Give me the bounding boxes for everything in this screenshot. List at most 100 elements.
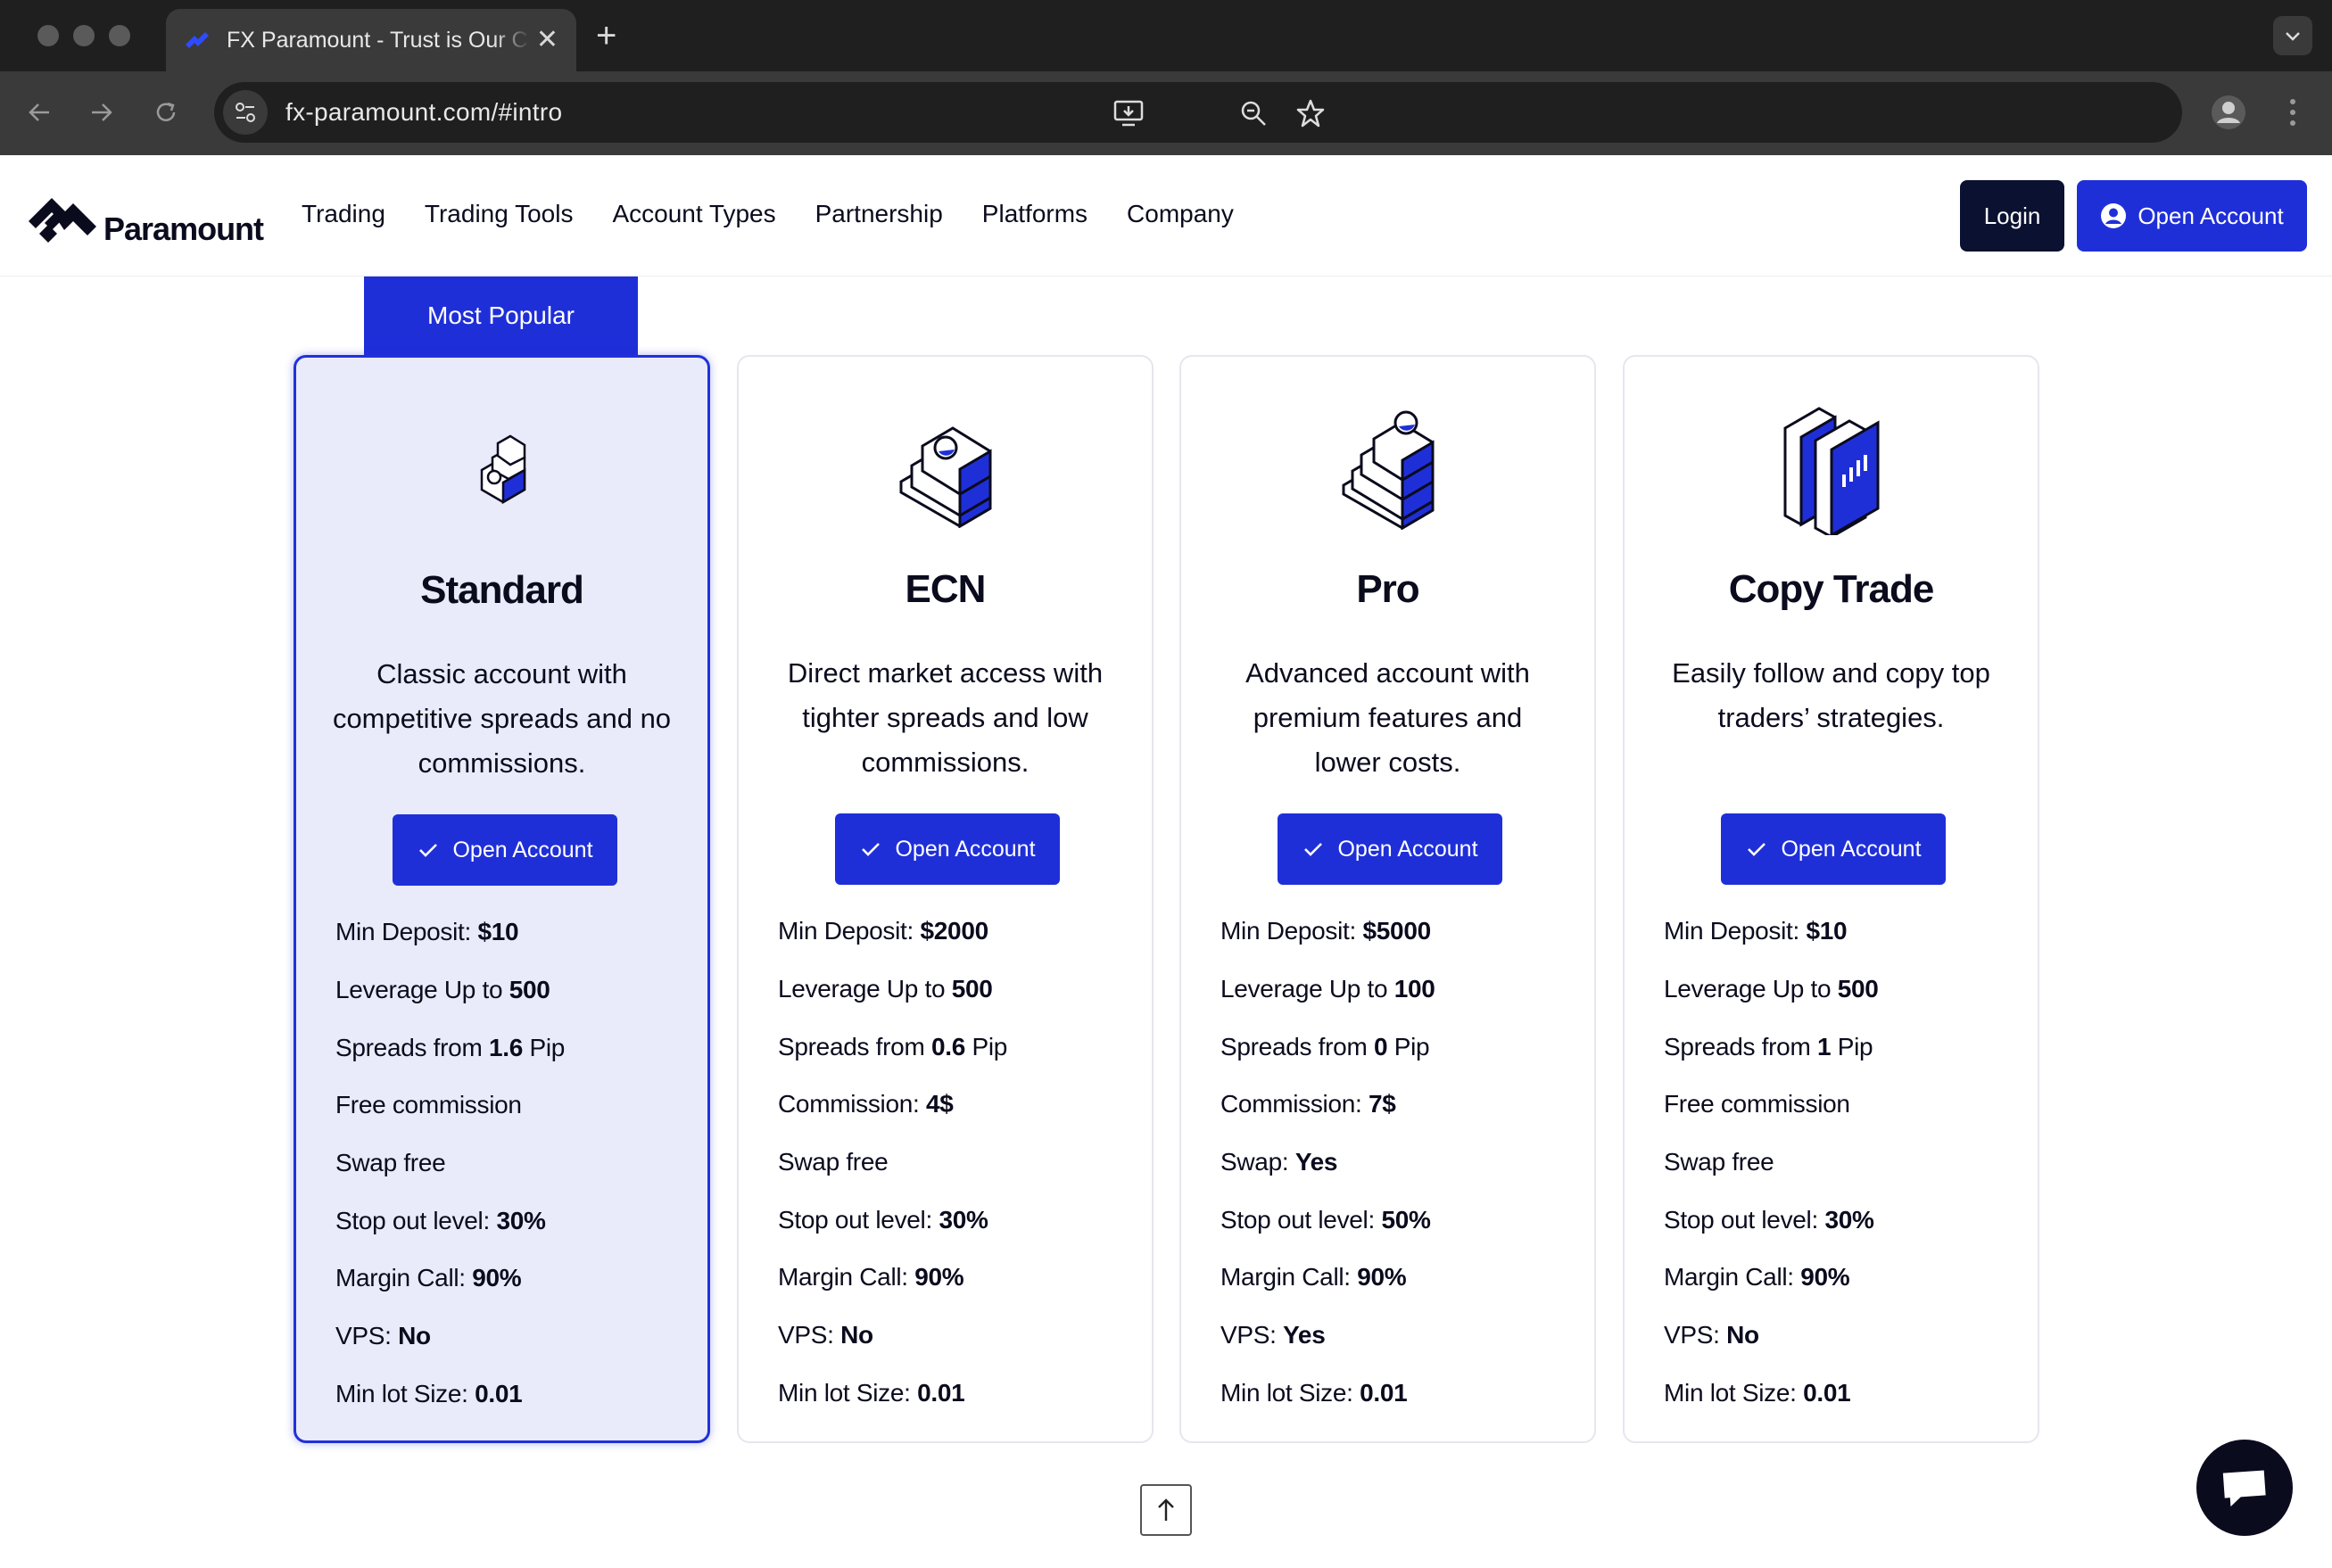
tab-close-icon[interactable]: ✕ — [536, 27, 558, 54]
browser-tab[interactable]: FX Paramount - Trust is Our Commitment ✕ — [166, 9, 576, 71]
feature-swap: Swap free — [1664, 1148, 1774, 1176]
paramount-favicon-icon — [184, 27, 211, 54]
checkmark-icon — [1748, 843, 1766, 856]
feature-stop-out: Stop out level: 30% — [335, 1206, 546, 1234]
reload-icon[interactable] — [148, 95, 184, 130]
feature-vps: VPS: Yes — [1220, 1321, 1326, 1349]
card-title: Standard — [420, 568, 584, 612]
account-card-ecn: ECN Direct market access with tighter sp… — [737, 355, 1154, 1443]
feature-spreads: Spreads from 0 Pip — [1220, 1032, 1430, 1060]
feature-commission: Free commission — [335, 1091, 522, 1119]
open-account-label: Open Account — [1337, 836, 1478, 862]
nav-company[interactable]: Company — [1127, 200, 1234, 228]
feature-vps: VPS: No — [778, 1321, 873, 1349]
feature-leverage: Leverage Up to 500 — [1664, 975, 1879, 1003]
open-account-button[interactable]: Open Account — [1721, 813, 1946, 885]
tab-search-chevron-icon[interactable] — [2273, 16, 2312, 55]
account-card-standard: Standard Classic account with competitiv… — [294, 355, 710, 1443]
browser-tabbar: FX Paramount - Trust is Our Commitment ✕… — [0, 0, 2332, 71]
feature-leverage: Leverage Up to 500 — [778, 975, 993, 1003]
feature-commission: Commission: 4$ — [778, 1090, 954, 1118]
back-arrow-icon[interactable] — [21, 95, 57, 130]
chart-cube-icon — [1625, 403, 2038, 537]
arrow-up-icon — [1158, 1498, 1174, 1521]
profile-avatar-icon[interactable] — [2209, 93, 2248, 132]
forward-arrow-icon[interactable] — [84, 95, 120, 130]
window-maximize-dot[interactable] — [109, 25, 130, 46]
feature-list: Min Deposit: $10 Leverage Up to 500 Spre… — [1664, 903, 1879, 1422]
open-account-header-label: Open Account — [2138, 202, 2284, 229]
feature-margin-call: Margin Call: 90% — [778, 1263, 964, 1292]
feature-list: Min Deposit: $10 Leverage Up to 500 Spre… — [335, 904, 565, 1423]
feature-min-deposit: Min Deposit: $2000 — [778, 917, 988, 945]
address-bar[interactable]: fx-paramount.com/#intro — [214, 82, 2182, 143]
feature-stop-out: Stop out level: 30% — [1664, 1205, 1874, 1234]
feature-spreads: Spreads from 0.6 Pip — [778, 1032, 1008, 1060]
feature-min-deposit: Min Deposit: $10 — [1664, 917, 1848, 945]
feature-min-lot: Min lot Size: 0.01 — [335, 1379, 523, 1407]
card-title: Copy Trade — [1728, 567, 1935, 611]
checkmark-icon — [862, 843, 881, 856]
paramount-logo[interactable]: Paramount — [27, 191, 264, 248]
feature-stop-out: Stop out level: 30% — [778, 1205, 988, 1234]
feature-spreads: Spreads from 1.6 Pip — [335, 1033, 566, 1061]
feature-swap: Swap free — [335, 1149, 446, 1177]
stairs-small-icon — [296, 404, 707, 538]
feature-swap: Swap: Yes — [1220, 1148, 1338, 1176]
most-popular-label: Most Popular — [427, 301, 575, 329]
feature-min-lot: Min lot Size: 0.01 — [1220, 1378, 1408, 1407]
feature-commission: Commission: 7$ — [1220, 1090, 1396, 1118]
new-tab-icon[interactable]: + — [596, 16, 616, 55]
stairs-ball-icon — [739, 403, 1152, 537]
bookmark-star-icon[interactable] — [1294, 96, 1327, 130]
url-text[interactable]: fx-paramount.com/#intro — [285, 98, 562, 127]
main-nav: Trading Trading Tools Account Types Part… — [302, 200, 1273, 228]
live-chat-button[interactable] — [2196, 1440, 2293, 1536]
nav-account-types[interactable]: Account Types — [612, 200, 775, 228]
tab-title: FX Paramount - Trust is Our Commitment — [227, 27, 530, 53]
nav-partnership[interactable]: Partnership — [815, 200, 943, 228]
card-description: Advanced account with premium features a… — [1245, 657, 1530, 778]
open-account-button[interactable]: Open Account — [393, 814, 617, 886]
card-description: Classic account with competitive spreads… — [332, 658, 672, 779]
feature-swap: Swap free — [778, 1148, 889, 1176]
feature-vps: VPS: No — [1664, 1321, 1759, 1349]
site-settings-icon[interactable] — [223, 90, 268, 135]
scroll-to-top-button[interactable] — [1140, 1484, 1192, 1536]
feature-min-deposit: Min Deposit: $10 — [335, 918, 519, 946]
open-account-header-button[interactable]: Open Account — [2077, 180, 2307, 252]
open-account-label: Open Account — [1781, 836, 1922, 862]
feature-commission: Free commission — [1664, 1090, 1850, 1118]
feature-leverage: Leverage Up to 500 — [335, 976, 550, 1004]
login-button-label: Login — [1983, 202, 2041, 229]
open-account-button[interactable]: Open Account — [835, 813, 1060, 885]
most-popular-badge: Most Popular — [364, 276, 638, 355]
feature-margin-call: Margin Call: 90% — [1220, 1263, 1407, 1292]
site-header: Paramount Trading Trading Tools Account … — [0, 155, 2332, 276]
feature-spreads: Spreads from 1 Pip — [1664, 1032, 1873, 1060]
card-description: Direct market access with tighter spread… — [787, 657, 1104, 778]
zoom-icon[interactable] — [1236, 96, 1270, 130]
nav-trading[interactable]: Trading — [302, 200, 385, 228]
feature-list: Min Deposit: $2000 Leverage Up to 500 Sp… — [778, 903, 1007, 1422]
card-description: Easily follow and copy top traders’ stra… — [1672, 657, 1990, 733]
window-close-dot[interactable] — [37, 25, 59, 46]
feature-min-lot: Min lot Size: 0.01 — [1664, 1378, 1851, 1407]
account-card-pro: Pro Advanced account with premium featur… — [1179, 355, 1596, 1443]
window-minimize-dot[interactable] — [73, 25, 95, 46]
feature-vps: VPS: No — [335, 1322, 431, 1350]
install-app-icon[interactable] — [1112, 96, 1145, 130]
card-title: Pro — [1356, 567, 1419, 611]
paramount-logo-icon — [29, 198, 96, 243]
browser-menu-icon[interactable] — [2273, 93, 2312, 132]
feature-stop-out: Stop out level: 50% — [1220, 1205, 1431, 1234]
feature-margin-call: Margin Call: 90% — [335, 1264, 522, 1292]
nav-trading-tools[interactable]: Trading Tools — [425, 200, 574, 228]
checkmark-icon — [419, 844, 438, 857]
checkmark-icon — [1304, 843, 1323, 856]
login-button[interactable]: Login — [1960, 180, 2064, 252]
feature-margin-call: Margin Call: 90% — [1664, 1263, 1850, 1292]
feature-list: Min Deposit: $5000 Leverage Up to 100 Sp… — [1220, 903, 1435, 1422]
nav-platforms[interactable]: Platforms — [982, 200, 1087, 228]
open-account-button[interactable]: Open Account — [1278, 813, 1502, 885]
